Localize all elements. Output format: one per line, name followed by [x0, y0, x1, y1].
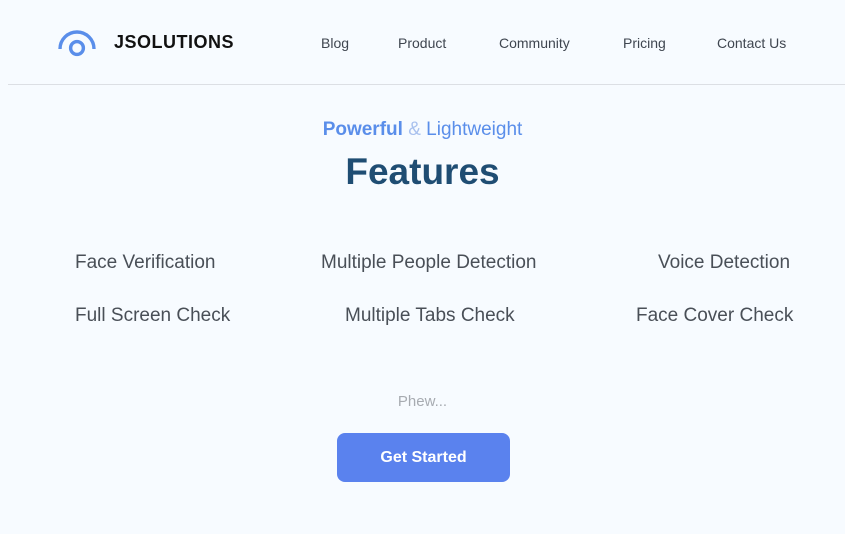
- feature-multiple-tabs-check: Multiple Tabs Check: [345, 305, 515, 326]
- get-started-button[interactable]: Get Started: [337, 433, 510, 482]
- eyebrow-rest: Lightweight: [426, 119, 523, 140]
- eyebrow-bold: Powerful: [322, 119, 403, 140]
- eyebrow-ampersand: &: [408, 119, 421, 140]
- phew-note: Phew...: [397, 393, 448, 410]
- nav-link-community[interactable]: Community: [499, 35, 570, 51]
- section-eyebrow: Powerful & Lightweight: [0, 119, 845, 141]
- feature-multiple-people-detection: Multiple People Detection: [321, 252, 537, 273]
- feature-face-verification: Face Verification: [75, 252, 216, 273]
- feature-voice-detection: Voice Detection: [658, 252, 791, 273]
- section-title: Features: [345, 151, 500, 192]
- feature-full-screen-check: Full Screen Check: [75, 305, 231, 326]
- nav-link-contact-us[interactable]: Contact Us: [717, 35, 786, 51]
- header-divider: [8, 84, 845, 85]
- feature-face-cover-check: Face Cover Check: [636, 305, 794, 326]
- site-header: JSOLUTIONS Blog Product Community Pricin…: [0, 0, 845, 85]
- nav-link-pricing[interactable]: Pricing: [623, 35, 666, 51]
- nav-link-product[interactable]: Product: [398, 35, 446, 51]
- main-nav: Blog Product Community Pricing Contact U…: [0, 35, 845, 55]
- nav-link-blog[interactable]: Blog: [321, 35, 349, 51]
